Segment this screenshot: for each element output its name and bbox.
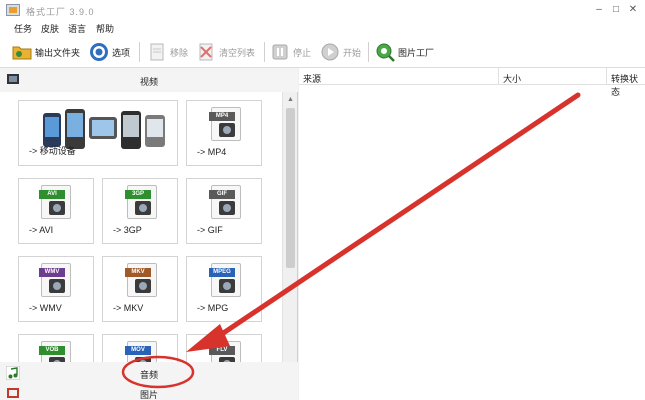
conversion-panel: 视频 -> 移动设备 MP4 -> MP4 AVI -> AVI 3GP -> … (0, 68, 298, 400)
3gp-badge: 3GP (125, 190, 151, 199)
film-reel-icon (135, 201, 151, 215)
column-status-label: 转换状态 (611, 74, 639, 97)
mkv-icon: MKV (125, 263, 157, 297)
options-label: 选项 (112, 47, 131, 58)
film-reel-icon (49, 201, 65, 215)
column-source-label: 来源 (303, 74, 322, 84)
start-label: 开始 (343, 47, 362, 58)
options-gear-icon (89, 42, 109, 62)
menu-task[interactable]: 任务 (14, 22, 32, 35)
category-video-label: 视频 (139, 77, 158, 87)
minimize-button[interactable]: – (592, 4, 606, 16)
flv-badge: FLV (209, 346, 235, 355)
stop-icon (270, 42, 290, 62)
mpeg-badge: MPEG (209, 268, 235, 277)
film-reel-icon (219, 123, 235, 137)
tile-label: -> AVI (29, 225, 54, 235)
column-status[interactable]: 转换状态 (607, 68, 645, 97)
film-reel-icon (219, 279, 235, 293)
remove-label: 移除 (170, 47, 189, 58)
category-audio-label: 音频 (139, 370, 158, 380)
category-picture[interactable]: 图片 (0, 384, 298, 400)
window-title: 格式工厂 3.9.0 (26, 7, 95, 17)
tile-label: -> 移动设备 (29, 146, 76, 156)
close-button[interactable]: ✕ (626, 4, 640, 16)
column-size-label: 大小 (503, 74, 522, 84)
tile-label: -> 3GP (113, 225, 142, 235)
mov-badge: MOV (125, 346, 151, 355)
gif-badge: GIF (209, 190, 235, 199)
vob-badge: VOB (39, 346, 65, 355)
menu-help[interactable]: 帮助 (96, 22, 114, 35)
tile-label: -> WMV (29, 303, 62, 313)
toolbar-divider (139, 42, 140, 62)
clear-list-icon (196, 42, 216, 62)
tile-label: -> MPG (197, 303, 229, 313)
film-reel-icon (49, 279, 65, 293)
toolbar-divider (264, 42, 265, 62)
avi-badge: AVI (39, 190, 65, 199)
mkv-badge: MKV (125, 268, 151, 277)
mpg-icon: MPEG (209, 263, 241, 297)
remove-document-icon (147, 42, 167, 62)
tile-wmv[interactable]: WMV -> WMV (18, 256, 94, 322)
tile-3gp[interactable]: 3GP -> 3GP (102, 178, 178, 244)
category-audio[interactable]: 音频 (0, 362, 298, 384)
video-format-grid: -> 移动设备 MP4 -> MP4 AVI -> AVI 3GP -> 3GP (0, 92, 282, 380)
stop-button[interactable]: 停止 (270, 40, 311, 64)
tile-label: -> MP4 (197, 147, 227, 157)
clear-list-button[interactable]: 清空列表 (196, 40, 255, 64)
column-size[interactable]: 大小 (499, 68, 607, 85)
remove-button[interactable]: 移除 (147, 40, 188, 64)
output-folder-label: 输出文件夹 (35, 47, 81, 58)
tile-mp4[interactable]: MP4 -> MP4 (186, 100, 262, 166)
picture-factory-icon (375, 42, 395, 62)
clear-list-label: 清空列表 (219, 47, 256, 58)
folder-icon (12, 42, 32, 62)
3gp-icon: 3GP (125, 185, 157, 219)
tile-gif[interactable]: GIF -> GIF (186, 178, 262, 244)
tile-mpg[interactable]: MPEG -> MPG (186, 256, 262, 322)
maximize-button[interactable]: □ (609, 4, 623, 16)
picture-factory-button[interactable]: 图片工厂 (375, 40, 434, 64)
app-logo-icon (6, 4, 20, 16)
category-picture-label: 图片 (139, 390, 158, 400)
mp4-badge: MP4 (209, 112, 235, 121)
tile-label: -> GIF (197, 225, 223, 235)
picture-factory-label: 图片工厂 (398, 47, 435, 58)
column-source[interactable]: 来源 (299, 68, 499, 85)
scroll-thumb[interactable] (286, 108, 295, 268)
image-icon (219, 201, 235, 215)
tile-mobile-device[interactable]: -> 移动设备 (18, 100, 178, 166)
title-bar: 格式工厂 3.9.0 – □ ✕ (0, 0, 645, 20)
tile-mkv[interactable]: MKV -> MKV (102, 256, 178, 322)
toolbar-divider (368, 42, 369, 62)
mp4-icon: MP4 (209, 107, 241, 141)
scroll-up-arrow-icon[interactable]: ▲ (283, 94, 298, 106)
avi-icon: AVI (39, 185, 71, 219)
menu-skin[interactable]: 皮肤 (41, 22, 59, 35)
tile-avi[interactable]: AVI -> AVI (18, 178, 94, 244)
stop-label: 停止 (293, 47, 312, 58)
options-button[interactable]: 选项 (89, 40, 130, 64)
film-reel-icon (135, 279, 151, 293)
start-icon (320, 42, 340, 62)
toolbar: 输出文件夹 选项 移除 清空列表 停止 开始 图片工厂 (0, 36, 645, 68)
output-folder-button[interactable]: 输出文件夹 (12, 40, 80, 64)
menu-bar: 任务 皮肤 语言 帮助 (0, 20, 645, 36)
category-video[interactable]: 视频 (0, 68, 298, 92)
menu-language[interactable]: 语言 (68, 22, 86, 35)
video-grid-scrollbar[interactable]: ▲ ▼ (282, 92, 297, 380)
wmv-icon: WMV (39, 263, 71, 297)
tile-label: -> MKV (113, 303, 144, 313)
gif-icon: GIF (209, 185, 241, 219)
task-list: 来源 大小 转换状态 (299, 68, 645, 400)
wmv-badge: WMV (39, 268, 65, 277)
start-button[interactable]: 开始 (320, 40, 361, 64)
